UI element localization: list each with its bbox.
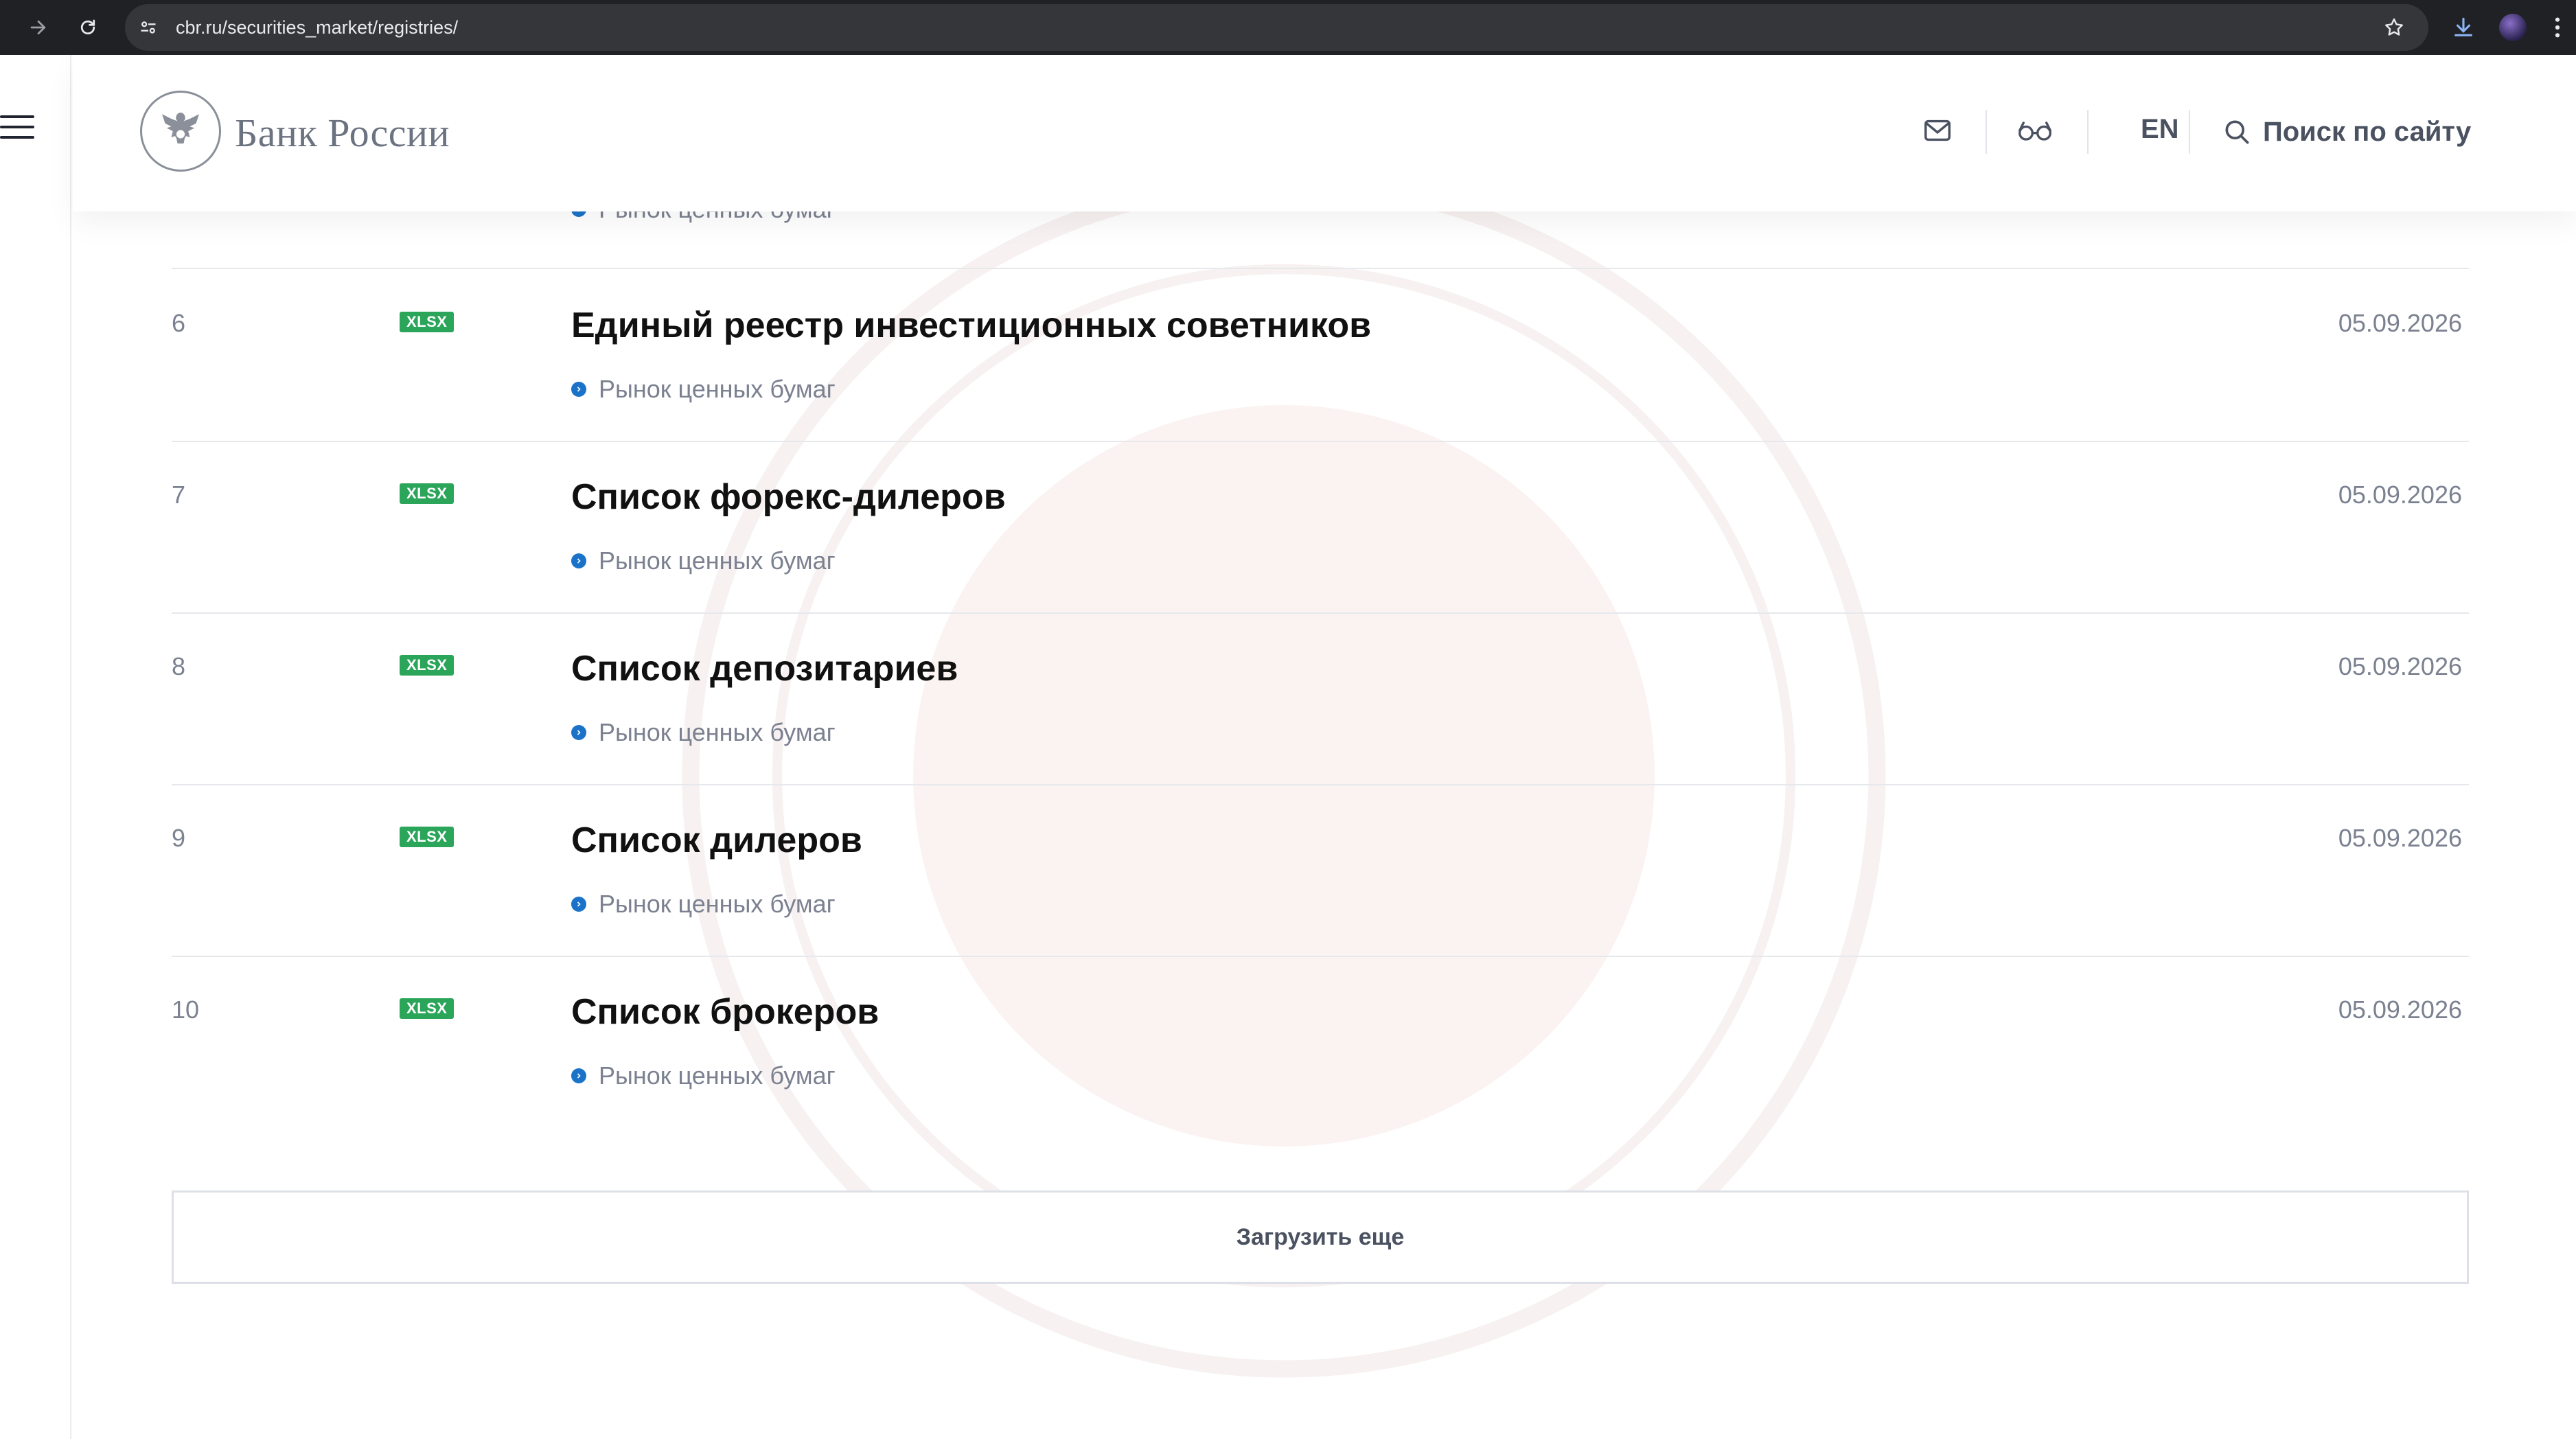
row-number: 6 (172, 309, 186, 337)
tag-dot-icon (571, 553, 586, 568)
tag-dot-icon (571, 1068, 586, 1083)
table-row: 7 XLSX Список форекс-дилеров 05.09.2026 … (172, 442, 2469, 614)
search-icon (2225, 120, 2249, 144)
row-date: 05.09.2026 (2338, 995, 2462, 1024)
mail-icon[interactable] (1917, 110, 1958, 151)
download-icon[interactable] (2447, 10, 2480, 45)
row-date: 05.09.2026 (2338, 652, 2462, 680)
header-divider (1986, 110, 1987, 154)
glasses-icon[interactable] (2014, 110, 2056, 151)
row-number: 7 (172, 481, 186, 509)
tag-label: Рынок ценных бумаг (599, 546, 836, 575)
bookmark-star-icon[interactable] (2380, 14, 2408, 41)
xlsx-badge[interactable]: XLSX (400, 655, 455, 676)
tag-label: Рынок ценных бумаг (599, 375, 836, 403)
registry-title-link[interactable]: Единый реестр инвестиционных советников (571, 305, 1371, 346)
xlsx-badge[interactable]: XLSX (400, 483, 455, 504)
page-content: Рынок ценных бумаг 6 XLSX Единый реестр … (0, 55, 2576, 1439)
row-date: 05.09.2026 (2338, 824, 2462, 852)
forward-icon[interactable] (22, 11, 55, 44)
table-row: 6 XLSX Единый реестр инвестиционных сове… (172, 270, 2469, 442)
table-row: 8 XLSX Список депозитариев 05.09.2026 Ры… (172, 614, 2469, 785)
tag-dot-icon (571, 725, 586, 740)
tag-label: Рынок ценных бумаг (599, 718, 836, 746)
category-tag[interactable]: Рынок ценных бумаг (571, 1061, 836, 1090)
xlsx-badge[interactable]: XLSX (400, 998, 455, 1019)
category-tag[interactable]: Рынок ценных бумаг (571, 375, 836, 404)
category-tag[interactable]: Рынок ценных бумаг (571, 890, 836, 919)
category-tag[interactable]: Рынок ценных бумаг (571, 546, 836, 575)
tag-dot-icon (571, 382, 586, 397)
browser-toolbar: cbr.ru/securities_market/registries/ (0, 0, 2576, 55)
bank-logo-text[interactable]: Банк России (235, 110, 450, 156)
xlsx-badge[interactable]: XLSX (400, 312, 455, 332)
tag-label: Рынок ценных бумаг (599, 890, 836, 918)
url-text[interactable]: cbr.ru/securities_market/registries/ (176, 4, 458, 51)
eagle-emblem-icon[interactable] (140, 91, 221, 172)
search-label: Поиск по сайту (2263, 116, 2472, 147)
tag-label: Рынок ценных бумаг (599, 1061, 836, 1090)
site-settings-icon[interactable] (136, 15, 161, 40)
table-row: 10 XLSX Список брокеров 05.09.2026 Рынок… (172, 957, 2469, 1129)
registry-title-link[interactable]: Список форекс-дилеров (571, 476, 1006, 518)
more-menu-icon[interactable] (2547, 10, 2568, 45)
language-switch[interactable]: EN (2141, 114, 2179, 145)
category-tag[interactable]: Рынок ценных бумаг (571, 718, 836, 747)
header-divider (2087, 110, 2089, 154)
profile-avatar[interactable] (2496, 10, 2529, 45)
load-more-button[interactable]: Загрузить еще (172, 1190, 2469, 1284)
table-row: 9 XLSX Список дилеров 05.09.2026 Рынок ц… (172, 785, 2469, 957)
row-date: 05.09.2026 (2338, 309, 2462, 337)
row-number: 8 (172, 652, 186, 680)
site-search-button[interactable]: Поиск по сайту (2222, 110, 2471, 154)
tag-dot-icon (571, 897, 586, 912)
row-number: 9 (172, 824, 186, 852)
registry-title-link[interactable]: Список депозитариев (571, 648, 958, 689)
row-number: 10 (172, 995, 200, 1024)
row-date: 05.09.2026 (2338, 481, 2462, 509)
reload-icon[interactable] (71, 11, 104, 44)
registry-title-link[interactable]: Список дилеров (571, 820, 862, 861)
address-bar[interactable]: cbr.ru/securities_market/registries/ (125, 4, 2428, 51)
header-divider (2189, 110, 2190, 154)
registry-title-link[interactable]: Список брокеров (571, 991, 879, 1033)
site-header: Банк России EN Поиск по сайту (73, 55, 2576, 211)
xlsx-badge[interactable]: XLSX (400, 827, 455, 847)
